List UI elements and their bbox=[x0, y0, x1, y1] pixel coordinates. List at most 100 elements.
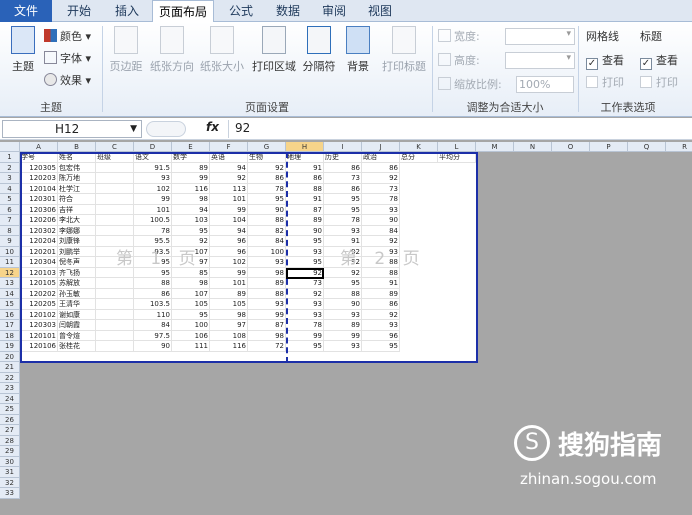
cell[interactable]: 78 bbox=[324, 215, 362, 226]
row-header[interactable]: 7 bbox=[0, 215, 20, 226]
orientation-button[interactable]: 纸张方向 bbox=[148, 26, 196, 74]
cell[interactable]: 92 bbox=[248, 162, 286, 173]
cell[interactable]: 105 bbox=[210, 299, 248, 310]
headings-print-checkbox[interactable]: 打印 bbox=[640, 74, 678, 92]
cell[interactable]: 78 bbox=[362, 194, 400, 205]
column-header[interactable]: B bbox=[58, 142, 96, 152]
cell[interactable]: 116 bbox=[172, 183, 210, 194]
row-header[interactable]: 8 bbox=[0, 225, 20, 236]
cell[interactable] bbox=[96, 267, 134, 278]
cell[interactable]: 120306 bbox=[20, 204, 58, 215]
cell[interactable]: 95 bbox=[286, 341, 324, 352]
row-header[interactable]: 23 bbox=[0, 383, 20, 394]
cell[interactable]: 学号 bbox=[20, 152, 58, 163]
row-header[interactable]: 2 bbox=[0, 162, 20, 173]
cell[interactable]: 91 bbox=[286, 194, 324, 205]
background-button[interactable]: 背景 bbox=[342, 26, 374, 74]
cell[interactable]: 99 bbox=[134, 194, 172, 205]
row-header[interactable]: 20 bbox=[0, 351, 20, 362]
cell[interactable]: 100 bbox=[248, 246, 286, 257]
cell[interactable]: 86 bbox=[362, 162, 400, 173]
cell[interactable]: 120106 bbox=[20, 341, 58, 352]
cell[interactable]: 89 bbox=[286, 215, 324, 226]
cell[interactable]: 96 bbox=[362, 330, 400, 341]
cell[interactable]: 姓名 bbox=[58, 152, 96, 163]
cell[interactable] bbox=[96, 204, 134, 215]
cell[interactable]: 120205 bbox=[20, 299, 58, 310]
cell[interactable]: 数学 bbox=[172, 152, 210, 163]
cell[interactable]: 93 bbox=[248, 257, 286, 268]
cell[interactable]: 120102 bbox=[20, 309, 58, 320]
cell[interactable]: 91.5 bbox=[134, 162, 172, 173]
cell[interactable]: 95 bbox=[134, 267, 172, 278]
cell[interactable]: 英语 bbox=[210, 152, 248, 163]
cell[interactable]: 100.5 bbox=[134, 215, 172, 226]
cell[interactable]: 刘鹏举 bbox=[58, 246, 96, 257]
cell[interactable]: 陈万地 bbox=[58, 173, 96, 184]
cell[interactable]: 88 bbox=[286, 183, 324, 194]
cell[interactable]: 107 bbox=[172, 288, 210, 299]
cell[interactable]: 98 bbox=[172, 194, 210, 205]
column-header[interactable]: G bbox=[248, 142, 286, 152]
headings-view-checkbox[interactable]: ✓ 查看 bbox=[640, 52, 678, 70]
cell[interactable]: 93 bbox=[362, 320, 400, 331]
cell[interactable]: 86 bbox=[324, 183, 362, 194]
cell[interactable]: 语文 bbox=[134, 152, 172, 163]
tab-3[interactable]: 页面布局 bbox=[152, 0, 214, 23]
column-header[interactable]: K bbox=[400, 142, 438, 152]
width-field[interactable]: 宽度: bbox=[438, 28, 480, 46]
cell[interactable]: 88 bbox=[324, 288, 362, 299]
cell[interactable]: 吉祥 bbox=[58, 204, 96, 215]
scale-field[interactable]: 缩放比例: bbox=[438, 76, 502, 94]
cell[interactable]: 95 bbox=[248, 194, 286, 205]
column-header[interactable]: D bbox=[134, 142, 172, 152]
cell[interactable]: 82 bbox=[248, 225, 286, 236]
cell[interactable]: 班级 bbox=[96, 152, 134, 163]
cell[interactable]: 苏解放 bbox=[58, 278, 96, 289]
cell[interactable]: 93 bbox=[286, 309, 324, 320]
cell[interactable] bbox=[96, 288, 134, 299]
tab-5[interactable]: 数据 bbox=[266, 0, 310, 22]
cell[interactable]: 地理 bbox=[286, 152, 324, 163]
column-header[interactable]: H bbox=[286, 142, 324, 152]
cell[interactable]: 95 bbox=[286, 257, 324, 268]
cell[interactable]: 91 bbox=[286, 162, 324, 173]
cell[interactable]: 93 bbox=[286, 246, 324, 257]
cell[interactable]: 73 bbox=[286, 278, 324, 289]
tab-1[interactable]: 开始 bbox=[56, 0, 102, 22]
column-header[interactable]: J bbox=[362, 142, 400, 152]
active-cell[interactable] bbox=[286, 267, 324, 279]
cell[interactable]: 73 bbox=[362, 183, 400, 194]
cell[interactable]: 张桂花 bbox=[58, 341, 96, 352]
cell[interactable]: 86 bbox=[248, 173, 286, 184]
cell[interactable]: 110 bbox=[134, 309, 172, 320]
cell[interactable]: 120201 bbox=[20, 246, 58, 257]
cell[interactable]: 91 bbox=[362, 278, 400, 289]
cell[interactable]: 95 bbox=[324, 278, 362, 289]
row-header[interactable]: 32 bbox=[0, 477, 20, 488]
cell[interactable]: 90 bbox=[134, 341, 172, 352]
cell[interactable]: 101 bbox=[210, 278, 248, 289]
cell[interactable]: 齐飞扬 bbox=[58, 267, 96, 278]
row-header[interactable]: 6 bbox=[0, 204, 20, 215]
cell[interactable]: 92 bbox=[286, 288, 324, 299]
row-header[interactable]: 9 bbox=[0, 236, 20, 247]
column-header[interactable]: R bbox=[666, 142, 692, 152]
scale-input[interactable]: 100% bbox=[516, 76, 574, 93]
cell[interactable]: 95 bbox=[324, 204, 362, 215]
cell[interactable]: 96 bbox=[210, 246, 248, 257]
paper-size-button[interactable]: 纸张大小 bbox=[198, 26, 246, 74]
cell[interactable]: 历史 bbox=[324, 152, 362, 163]
cell[interactable]: 105 bbox=[172, 299, 210, 310]
row-header[interactable]: 29 bbox=[0, 446, 20, 457]
theme-effects-button[interactable]: 效果 ▾ bbox=[44, 72, 91, 90]
cell[interactable]: 88 bbox=[134, 278, 172, 289]
cell[interactable]: 93 bbox=[248, 299, 286, 310]
row-header[interactable]: 16 bbox=[0, 309, 20, 320]
column-header[interactable]: I bbox=[324, 142, 362, 152]
cell[interactable]: 86 bbox=[324, 162, 362, 173]
row-header[interactable]: 3 bbox=[0, 173, 20, 184]
row-header[interactable]: 26 bbox=[0, 414, 20, 425]
column-header[interactable]: F bbox=[210, 142, 248, 152]
tab-2[interactable]: 插入 bbox=[104, 0, 150, 22]
